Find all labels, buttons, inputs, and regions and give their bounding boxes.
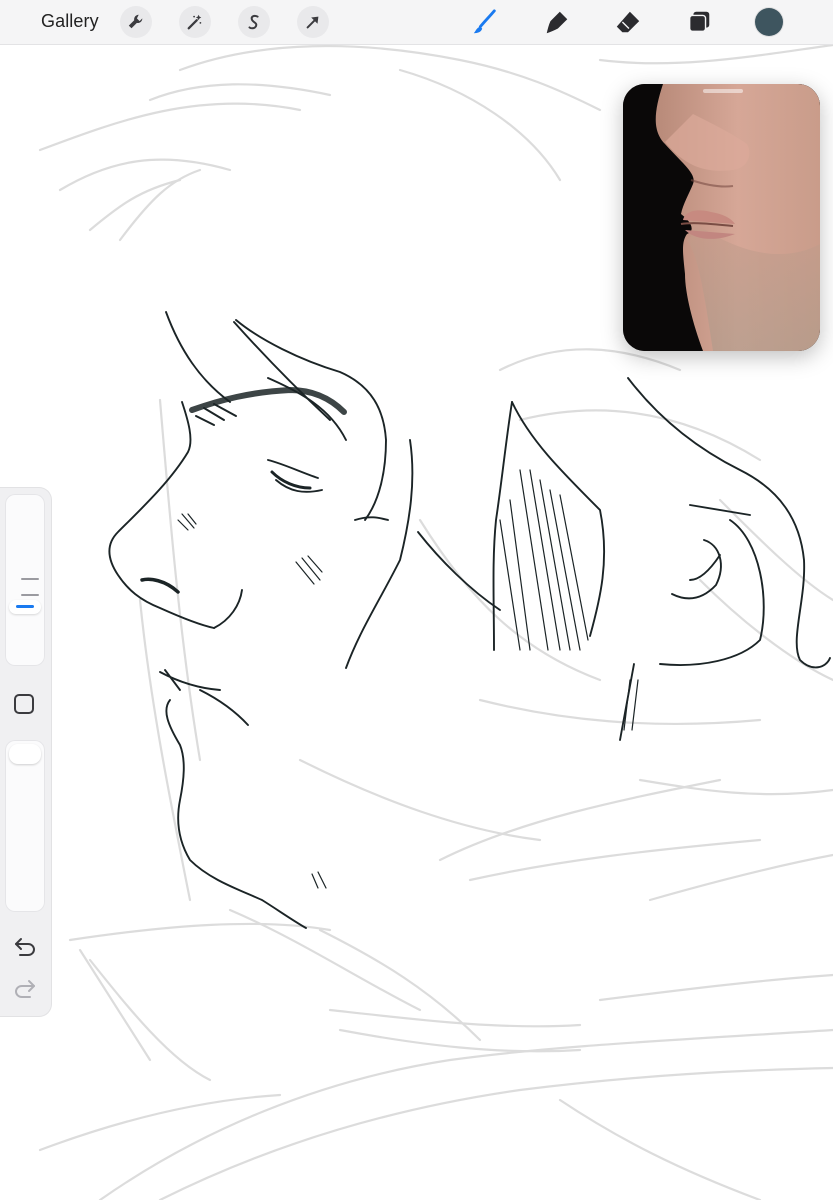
smudge-icon bbox=[546, 11, 568, 34]
reference-photo bbox=[623, 84, 820, 351]
brush-tool-button[interactable] bbox=[470, 7, 500, 37]
slider-tick bbox=[21, 594, 39, 596]
transform-arrow-icon bbox=[306, 16, 319, 29]
modify-square-button[interactable] bbox=[14, 694, 34, 714]
undo-icon[interactable] bbox=[13, 936, 37, 958]
gallery-button[interactable]: Gallery bbox=[41, 11, 99, 32]
top-toolbar: Gallery bbox=[0, 0, 833, 45]
reference-drag-handle[interactable] bbox=[703, 89, 743, 93]
brush-size-thumb[interactable] bbox=[9, 600, 41, 614]
redo-icon[interactable] bbox=[13, 978, 37, 1000]
slider-tick bbox=[21, 578, 39, 580]
magic-wand-icon bbox=[187, 14, 202, 30]
actions-wrench-button[interactable] bbox=[120, 6, 152, 38]
color-picker-button[interactable] bbox=[755, 8, 783, 36]
adjustments-button[interactable] bbox=[179, 6, 211, 38]
transform-button[interactable] bbox=[297, 6, 329, 38]
reference-window[interactable] bbox=[623, 84, 820, 351]
eraser-icon bbox=[616, 11, 640, 33]
layers-button[interactable] bbox=[684, 7, 714, 37]
wrench-icon bbox=[128, 14, 143, 29]
smudge-tool-button[interactable] bbox=[542, 7, 572, 37]
selection-button[interactable] bbox=[238, 6, 270, 38]
opacity-slider[interactable] bbox=[5, 740, 45, 912]
eraser-tool-button[interactable] bbox=[613, 7, 643, 37]
layers-icon bbox=[688, 11, 710, 33]
opacity-thumb[interactable] bbox=[9, 744, 41, 764]
line-art-layer bbox=[108, 311, 831, 929]
selection-s-icon bbox=[248, 14, 259, 30]
brush-icon bbox=[473, 9, 496, 34]
left-sidebar bbox=[0, 488, 51, 1016]
brush-size-slider[interactable] bbox=[5, 494, 45, 666]
